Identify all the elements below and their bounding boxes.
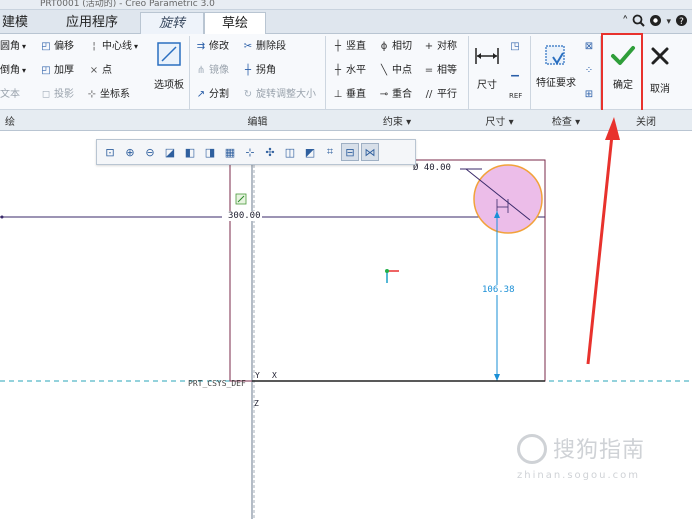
annotation-arrow: [586, 134, 614, 365]
datum-display-icon[interactable]: ⊹: [241, 143, 259, 161]
zoom-out-icon[interactable]: ⊖: [141, 143, 159, 161]
display-style-icon[interactable]: ◧: [181, 143, 199, 161]
zoom-in-icon[interactable]: ⊕: [121, 143, 139, 161]
graphics-toolbar: ⊡ ⊕ ⊖ ◪ ◧ ◨ ▦ ⊹ ✣ ◫ ◩ ⌗ ⊟ ⋈: [96, 139, 416, 165]
annotation-display-icon[interactable]: ◫: [281, 143, 299, 161]
axis-y-label: Y: [255, 371, 260, 380]
spin-center-icon[interactable]: ✣: [261, 143, 279, 161]
dimension-display-icon[interactable]: ⌗: [321, 143, 339, 161]
vertex-display-icon[interactable]: ⋈: [361, 143, 379, 161]
repaint-icon[interactable]: ◪: [161, 143, 179, 161]
watermark-main-text: 搜狗指南: [553, 438, 646, 463]
diameter-dimension[interactable]: Ø 40.00: [413, 163, 451, 173]
refit-icon[interactable]: ⊡: [101, 143, 119, 161]
watermark: 搜狗指南 zhinan.sogou.com: [513, 432, 683, 492]
width-dimension-value[interactable]: 300.00: [227, 211, 262, 221]
height-dimension-value[interactable]: 106.38: [481, 285, 516, 295]
axis-x-label: X: [272, 371, 277, 380]
csys-label: PRT_CSYS_DEF: [188, 379, 246, 388]
sogou-logo-icon: [517, 434, 547, 464]
view-manager-icon[interactable]: ◩: [301, 143, 319, 161]
watermark-sub-text: zhinan.sogou.com: [517, 470, 641, 481]
axis-z-label: Z: [254, 399, 259, 408]
constraint-display-icon[interactable]: ⊟: [341, 143, 359, 161]
sketch-view-icon[interactable]: ▦: [221, 143, 239, 161]
saved-orientations-icon[interactable]: ◨: [201, 143, 219, 161]
